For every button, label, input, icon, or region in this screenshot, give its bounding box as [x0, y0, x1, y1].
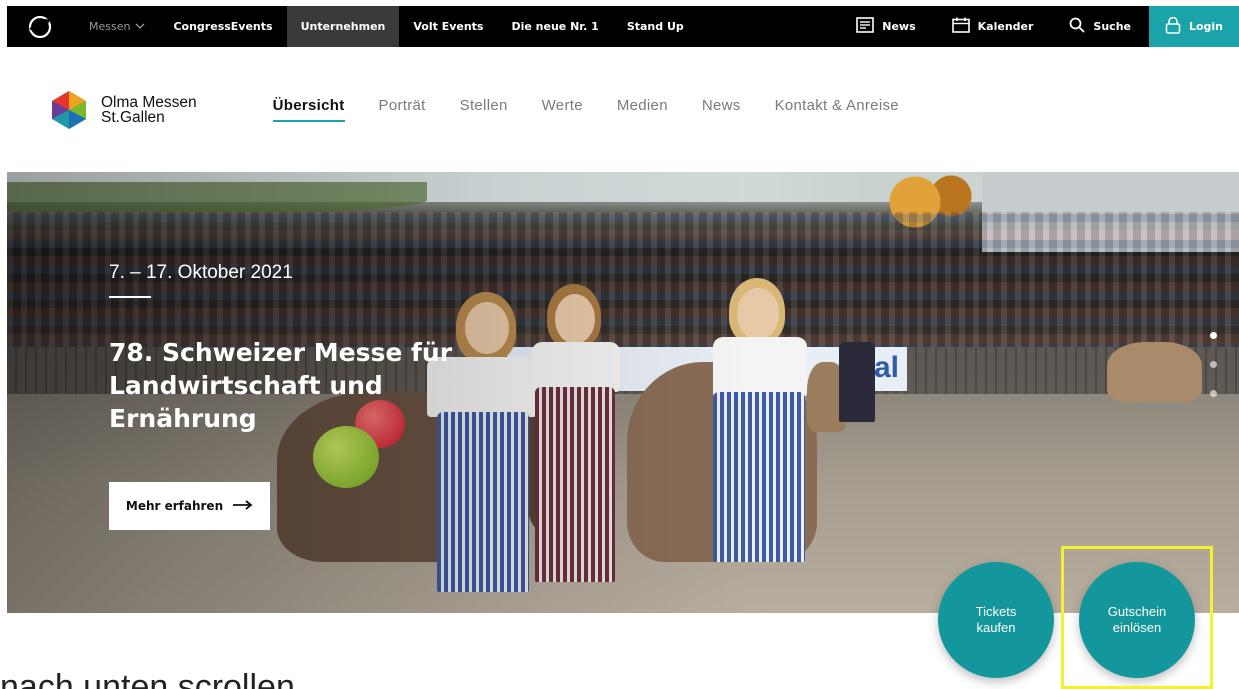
site-header: Olma Messen St.Gallen Übersicht Porträt …: [0, 47, 1239, 172]
mehr-erfahren-button[interactable]: Mehr erfahren: [109, 482, 270, 530]
nav-stellen[interactable]: Stellen: [460, 97, 508, 122]
slide-dot[interactable]: [1210, 390, 1217, 397]
olma-brand-logo-icon: [52, 90, 86, 129]
topnav-die-neue-nr1[interactable]: Die neue Nr. 1: [497, 6, 612, 47]
nav-uebersicht[interactable]: Übersicht: [272, 97, 345, 122]
news-link[interactable]: News: [838, 6, 933, 47]
newspaper-icon: [856, 17, 875, 36]
gutschein-einloesen-label: Gutschein einlösen: [1107, 604, 1167, 635]
tickets-kaufen-label: Tickets kaufen: [975, 604, 1017, 635]
arrow-right-icon: [233, 499, 253, 513]
mehr-erfahren-label: Mehr erfahren: [125, 499, 224, 513]
search-icon: [1069, 17, 1086, 36]
topnav-unternehmen[interactable]: Unternehmen: [286, 6, 400, 47]
scroll-hint: nach unten scrollen: [0, 668, 295, 689]
login-button[interactable]: Login: [1149, 6, 1239, 47]
topnav-label: Die neue Nr. 1: [511, 20, 599, 33]
topnav-congressevents[interactable]: CongressEvents: [159, 6, 286, 47]
hero-divider: [109, 296, 151, 298]
nav-werte[interactable]: Werte: [542, 97, 583, 122]
brand-home-link[interactable]: Olma Messen St.Gallen: [49, 90, 197, 130]
hero-title: 78. Schweizer Messe für Landwirtschaft u…: [109, 338, 453, 433]
hero-banner: val 7. – 17. Oktober 2021 78. Schweizer …: [7, 172, 1239, 613]
main-nav: Übersicht Porträt Stellen Werte Medien N…: [272, 97, 933, 122]
calendar-icon: [951, 17, 970, 36]
search-label: Suche: [1093, 20, 1131, 33]
brand-line-2: St.Gallen: [101, 108, 165, 126]
lock-icon: [1165, 16, 1181, 37]
nav-portraet[interactable]: Porträt: [379, 97, 426, 122]
hero-date: 7. – 17. Oktober 2021: [109, 262, 293, 283]
slide-dot[interactable]: [1210, 361, 1217, 368]
topnav-label: Unternehmen: [300, 20, 386, 33]
nav-kontakt-anreise[interactable]: Kontakt & Anreise: [775, 97, 899, 122]
slide-dot[interactable]: [1210, 332, 1217, 339]
topnav-messen[interactable]: Messen: [75, 6, 159, 47]
topnav-label: Messen: [89, 20, 131, 33]
topnav-stand-up[interactable]: Stand Up: [613, 6, 698, 47]
gutschein-einloesen-button[interactable]: Gutschein einlösen: [1079, 562, 1195, 678]
topnav-label: Stand Up: [626, 20, 684, 33]
topnav-volt-events[interactable]: Volt Events: [399, 6, 497, 47]
nav-news[interactable]: News: [702, 97, 741, 122]
topnav-label: CongressEvents: [173, 20, 273, 33]
hero-content: 7. – 17. Oktober 2021 78. Schweizer Mess…: [109, 262, 489, 435]
login-label: Login: [1188, 20, 1224, 33]
top-bar: Messen CongressEvents Unternehmen Volt E…: [7, 6, 1239, 47]
brand-name: Olma Messen St.Gallen: [101, 93, 197, 126]
hero-slide-dots: [1210, 332, 1217, 397]
tickets-kaufen-button[interactable]: Tickets kaufen: [938, 562, 1054, 678]
nav-medien[interactable]: Medien: [617, 97, 668, 122]
calendar-label: Kalender: [977, 20, 1034, 33]
brand-line-1: Olma Messen: [101, 93, 197, 111]
search-link[interactable]: Suche: [1051, 6, 1149, 47]
news-label: News: [882, 20, 916, 33]
olma-logo-icon[interactable]: [27, 14, 53, 40]
topnav-label: Volt Events: [413, 20, 484, 33]
chevron-down-icon: [135, 20, 145, 33]
calendar-link[interactable]: Kalender: [934, 6, 1052, 47]
